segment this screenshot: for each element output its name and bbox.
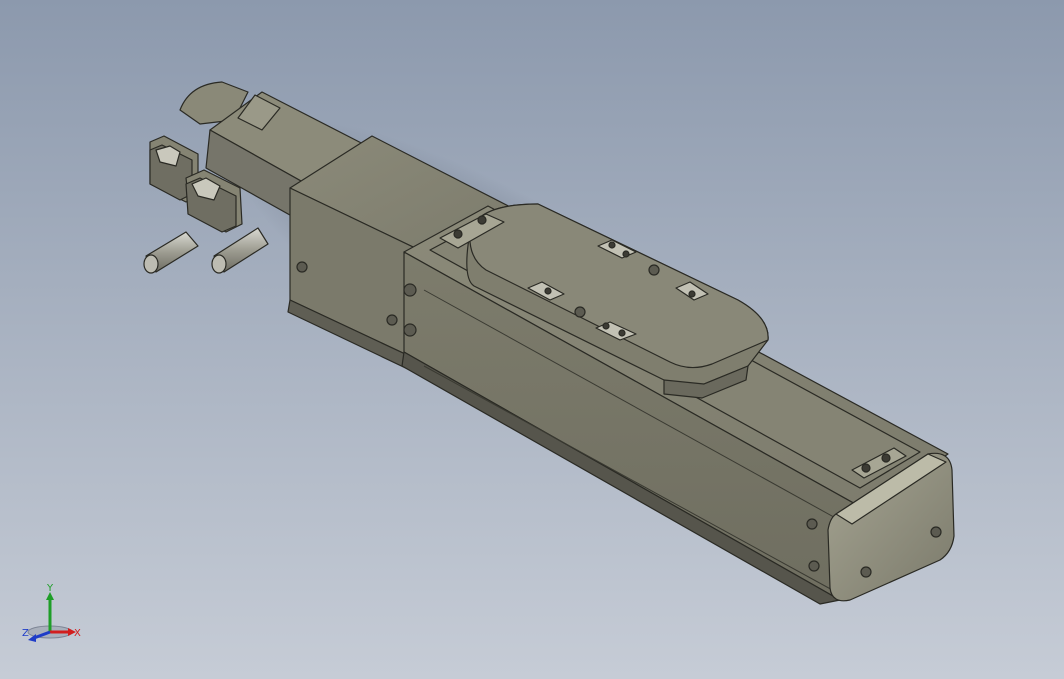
screw-side-3: [806, 518, 818, 530]
screw-endcap-2: [930, 526, 942, 538]
screw-side-2: [403, 323, 417, 337]
screw-side-1: [403, 283, 417, 297]
z-axis-label: Z: [22, 628, 29, 639]
screw-coupling-1: [296, 261, 308, 273]
model-canvas[interactable]: [0, 0, 1064, 679]
screw-endcap-1: [860, 566, 872, 578]
x-axis-label: X: [74, 628, 81, 639]
y-axis-label: Y: [47, 583, 54, 594]
graphics-viewport[interactable]: Y X Z: [0, 0, 1064, 679]
axis-triad: Y X Z: [18, 583, 84, 648]
screw-side-4: [808, 560, 820, 572]
screw-coupling-2: [386, 314, 398, 326]
